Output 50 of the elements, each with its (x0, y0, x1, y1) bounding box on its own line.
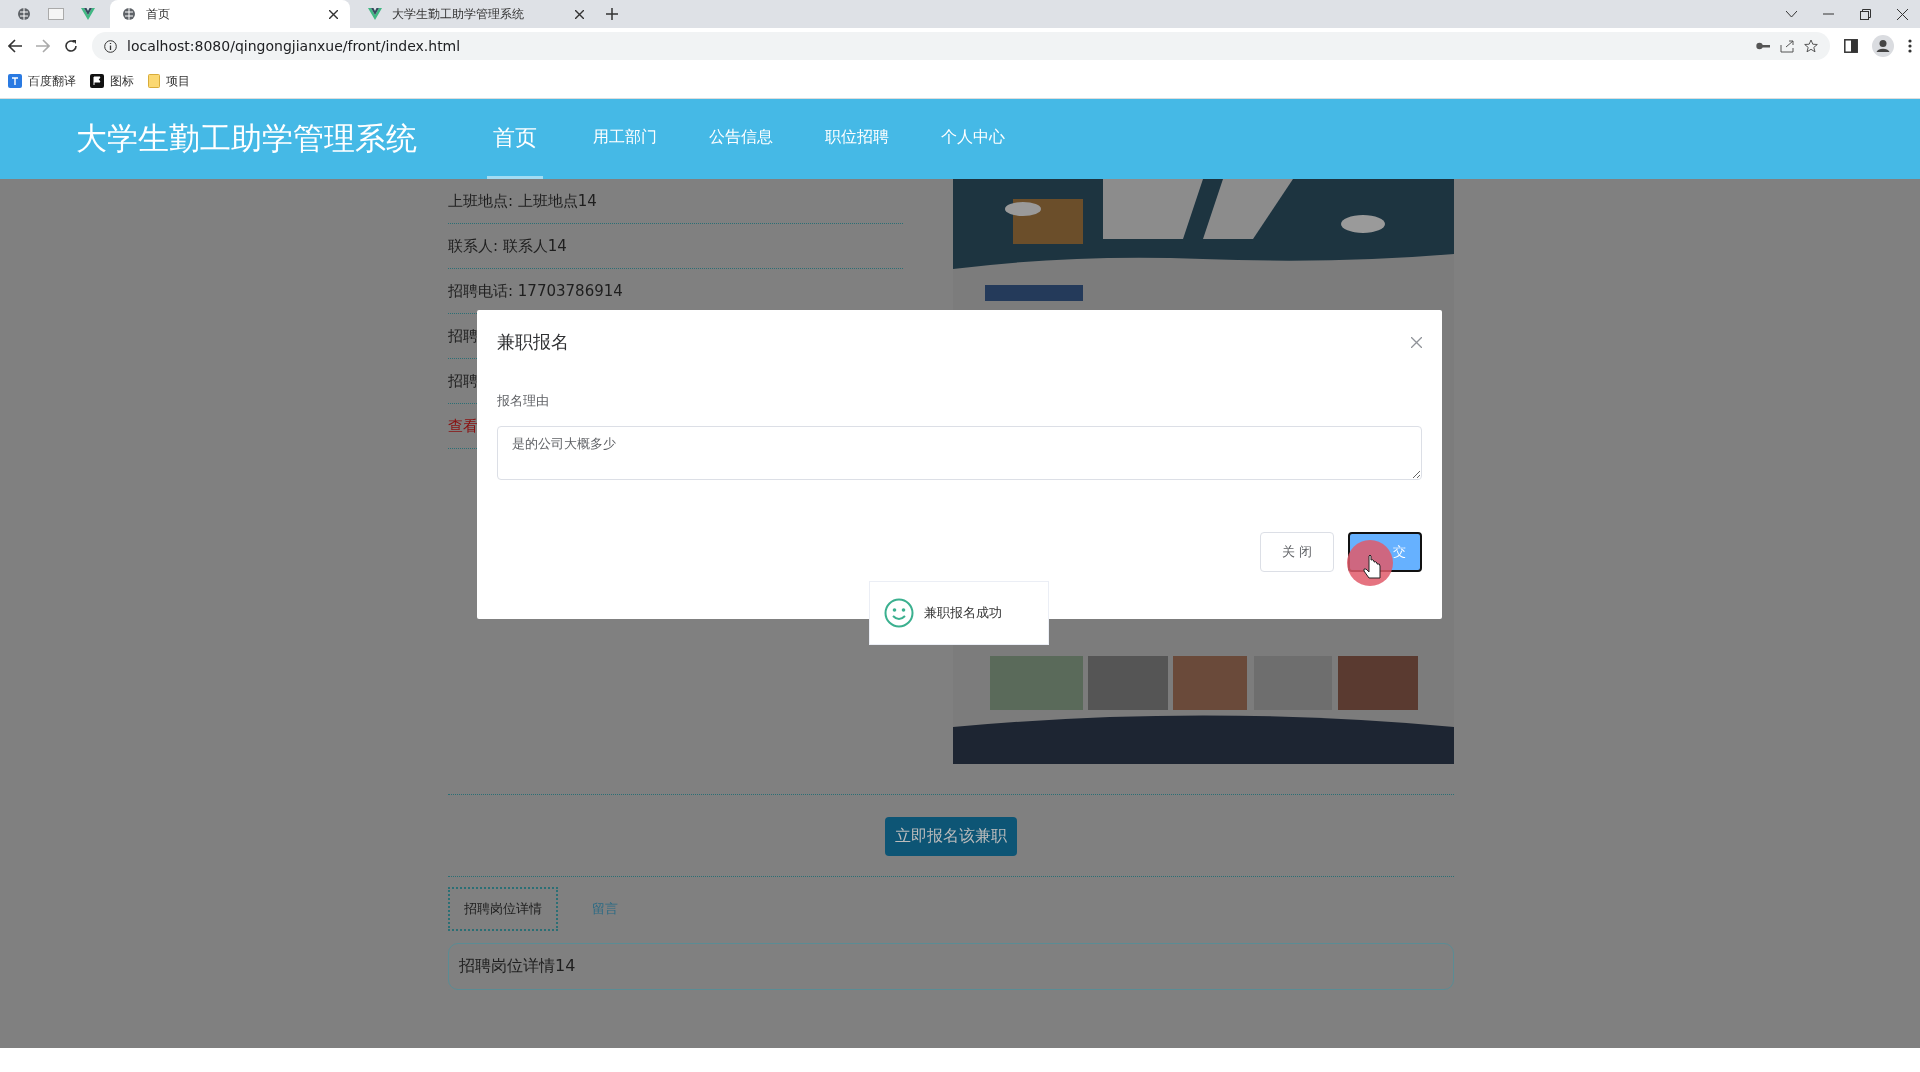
plus-icon[interactable] (606, 8, 618, 20)
restore-icon[interactable] (1860, 8, 1871, 20)
dialog-title: 兼职报名 (497, 330, 569, 354)
nav-link[interactable]: 职位招聘 (819, 99, 895, 179)
smiley-icon (884, 598, 914, 628)
field-label: 报名理由 (497, 392, 550, 410)
nav-link[interactable]: 个人中心 (935, 99, 1011, 179)
detail-text: 招聘电话: 17703786914 (448, 281, 623, 301)
address-bar[interactable]: localhost:8080/qingongjianxue/front/index.html (92, 32, 1830, 60)
detail-text: 上班地点: 上班地点14 (448, 191, 597, 211)
back-arrow-icon[interactable] (8, 39, 22, 53)
key-icon[interactable] (1756, 42, 1770, 50)
globe-icon (17, 7, 31, 21)
v-logo-icon (81, 8, 95, 20)
close-button[interactable]: 关 闭 (1260, 532, 1334, 572)
info-icon (104, 39, 117, 53)
side-panel-icon[interactable] (1844, 39, 1858, 53)
nav-link[interactable]: 公告信息 (703, 99, 779, 179)
tab-content: 招聘岗位详情14 (448, 943, 1454, 990)
close-icon[interactable] (1897, 8, 1908, 20)
bookmark[interactable]: 项目 (148, 72, 190, 90)
site-title: 大学生勤工助学管理系统 (76, 119, 417, 158)
tab[interactable]: 招聘岗位详情 (448, 887, 558, 931)
v-logo-icon (368, 8, 382, 20)
folder-icon (148, 74, 160, 88)
reason-field[interactable]: 是的公司大概多少 (497, 426, 1422, 480)
star-icon[interactable] (1804, 39, 1818, 53)
detail-text: 招聘 (448, 371, 478, 391)
browser-tab[interactable]: 大学生勤工助学管理系统 (356, 0, 596, 28)
globe-icon (122, 7, 136, 21)
toast-message: 兼职报名成功 (924, 604, 1002, 622)
detail-text: 招聘 (448, 326, 478, 346)
close-icon[interactable] (329, 9, 338, 19)
bookmark[interactable]: 图标 (90, 72, 134, 90)
url-text: localhost:8080/qingongjianxue/front/index.html (127, 38, 461, 54)
detail-text: 联系人: 联系人14 (448, 236, 567, 256)
view-link[interactable]: 查看 (448, 416, 478, 436)
reload-icon[interactable] (64, 39, 78, 53)
chevron-down-icon[interactable] (1786, 10, 1797, 18)
blank-page-icon (48, 8, 64, 20)
share-icon[interactable] (1780, 39, 1794, 53)
apply-button[interactable]: 立即报名该兼职 (885, 817, 1017, 856)
more-icon[interactable] (1908, 39, 1912, 53)
nav-link[interactable]: 用工部门 (587, 99, 663, 179)
close-icon[interactable] (575, 9, 584, 19)
browser-tab[interactable]: 首页 (110, 0, 350, 28)
bookmark[interactable]: 百度翻译 (8, 72, 76, 90)
translate-icon (8, 74, 22, 88)
flag-icon (90, 74, 104, 88)
avatar-icon[interactable] (1872, 35, 1894, 57)
